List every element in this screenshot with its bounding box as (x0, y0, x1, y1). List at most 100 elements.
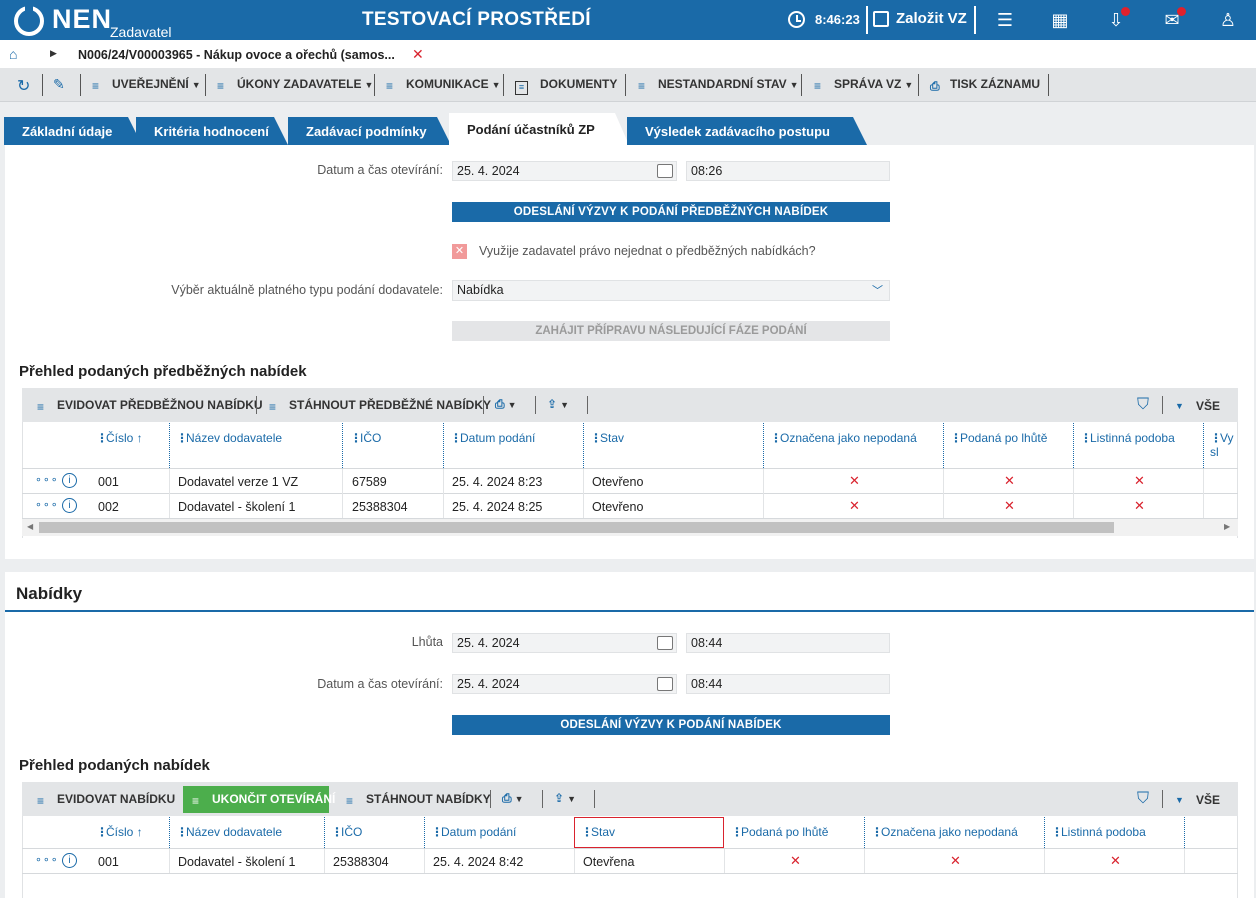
list-icon: ≡ (638, 79, 646, 93)
filter-all-label[interactable]: VŠE (1196, 399, 1220, 413)
scroll-left-icon[interactable]: ◀ (27, 522, 33, 531)
send-prelim-invitation-button[interactable]: ODESLÁNÍ VÝZVY K PODÁNÍ PŘEDBĚŽNÝCH NABÍ… (452, 202, 890, 222)
print-menu-icon[interactable]: ⎙ ▼ (502, 791, 524, 806)
chevron-right-icon: ▶ (50, 48, 57, 58)
pencil-icon[interactable]: ✎ (53, 76, 65, 93)
menu-label: UVEŘEJNĚNÍ (112, 77, 189, 91)
menu-tisk-zaznamu[interactable]: ⎙ TISK ZÁZNAMU (930, 77, 1040, 93)
row-actions-icon[interactable]: ∘∘∘ (35, 498, 59, 511)
list-icon: ≡ (814, 79, 822, 93)
col-cislo[interactable]: ⋮Číslo ↑ (96, 825, 143, 839)
scroll-right-icon[interactable]: ▶ (1224, 522, 1230, 531)
tab-zakladni-udaje[interactable]: Základní údaje (4, 117, 142, 145)
action-label: UKONČIT OTEVÍRÁNÍ (212, 792, 336, 806)
row-actions-icon[interactable]: ∘∘∘ (35, 853, 59, 866)
col-podana-po-lhute[interactable]: ⋮Podaná po lhůtě (731, 825, 828, 839)
end-opening-label[interactable]: ≡ UKONČIT OTEVÍRÁNÍ (192, 792, 336, 808)
offers-section-title: Přehled podaných nabídek (19, 757, 210, 774)
create-vz-button[interactable]: Založit VZ (896, 10, 967, 27)
record-offer-button[interactable]: ≡ EVIDOVAT NABÍDKU (37, 792, 175, 808)
col-stav[interactable]: ⋮Stav (590, 431, 624, 445)
row-actions-icon[interactable]: ∘∘∘ (35, 473, 59, 486)
menu-label: DOKUMENTY (540, 77, 618, 91)
calculator-icon[interactable]: ▦ (1048, 8, 1072, 32)
menu-sprava-vz[interactable]: ≡ SPRÁVA VZ ▼ (814, 77, 913, 93)
info-icon[interactable]: i (62, 853, 77, 868)
menu-dokumenty[interactable]: ≡ DOKUMENTY (515, 77, 617, 95)
filter-dropdown-icon[interactable]: ▼ (1175, 795, 1184, 805)
menu-uverejneni[interactable]: ≡ UVEŘEJNĚNÍ ▼ (92, 77, 201, 93)
col-nazev[interactable]: ⋮Název dodavatele (176, 431, 282, 445)
breadcrumb-item[interactable]: N006/24/V00003965 - Nákup ovoce a ořechů… (78, 48, 395, 62)
menu-komunikace[interactable]: ≡ KOMUNIKACE ▼ (386, 77, 501, 93)
export-menu-icon[interactable]: ⇪ ▼ (547, 397, 569, 411)
col-label: Podaná po lhůtě (741, 825, 829, 839)
menu-nestandardni-stav[interactable]: ≡ NESTANDARDNÍ STAV ▼ (638, 77, 799, 93)
cell-cislo: 001 (98, 475, 119, 489)
col-cislo[interactable]: ⋮Číslo ↑ (96, 431, 143, 445)
col-truncated[interactable]: ⋮Vy sl (1210, 431, 1236, 459)
deadline-date-input[interactable]: 25. 4. 2024 (452, 633, 677, 653)
download-offers-button[interactable]: ≡ STÁHNOUT NABÍDKY (346, 792, 491, 808)
cross-icon: ✕ (1134, 473, 1145, 488)
record-prelim-offer-button[interactable]: ≡ EVIDOVAT PŘEDBĚŽNOU NABÍDKU (37, 398, 263, 414)
col-label: Číslo (106, 825, 134, 839)
cell-cislo: 002 (98, 500, 119, 514)
col-nazev[interactable]: ⋮Název dodavatele (176, 825, 282, 839)
offers-open-date-input[interactable]: 25. 4. 2024 (452, 674, 677, 694)
submission-type-select[interactable]: Nabídka (452, 280, 890, 301)
submission-type-value: Nabídka (457, 283, 504, 297)
deadline-time-value: 08:44 (691, 636, 723, 650)
checkbox-unchecked[interactable]: ✕ (452, 244, 467, 259)
filter-all-label[interactable]: VŠE (1196, 793, 1220, 807)
menu-label: SPRÁVA VZ (834, 77, 902, 91)
home-icon[interactable]: ⌂ (9, 46, 17, 62)
calendar-icon[interactable] (657, 677, 673, 691)
col-stav[interactable]: ⋮Stav (581, 825, 615, 839)
user-icon[interactable]: ♙ (1216, 8, 1240, 32)
col-datum[interactable]: ⋮Datum podání (450, 431, 535, 445)
deadline-time-input[interactable]: 08:44 (686, 633, 890, 653)
col-oznacena-nepodana[interactable]: ⋮Označena jako nepodaná (770, 431, 917, 445)
col-datum[interactable]: ⋮Datum podání (431, 825, 516, 839)
col-label: IČO (360, 431, 382, 445)
send-offers-invitation-button[interactable]: ODESLÁNÍ VÝZVY K PODÁNÍ NABÍDEK (452, 715, 890, 735)
col-label: Název dodavatele (186, 825, 283, 839)
col-listinna-podoba[interactable]: ⋮Listinná podoba (1080, 431, 1175, 445)
download-prelim-offers-button[interactable]: ≡ STÁHNOUT PŘEDBĚŽNÉ NABÍDKY (269, 398, 491, 414)
cross-icon: ✕ (790, 853, 801, 868)
scrollbar-thumb[interactable] (39, 522, 1114, 533)
info-icon[interactable]: i (62, 498, 77, 513)
open-date-input[interactable]: 25. 4. 2024 (452, 161, 677, 181)
col-label: Název dodavatele (186, 431, 283, 445)
refresh-icon[interactable]: ↻ (17, 76, 30, 96)
filter-icon[interactable]: ⛉ (1137, 790, 1149, 808)
col-listinna-podoba[interactable]: ⋮Listinná podoba (1051, 825, 1146, 839)
tab-podani-ucastniku[interactable]: Podání účastníků ZP (449, 113, 629, 145)
chevron-down-icon[interactable]: ﹀ (872, 282, 883, 298)
filter-dropdown-icon[interactable]: ▼ (1175, 401, 1184, 411)
tab-zadavaci-podminky[interactable]: Zadávací podmínky (288, 117, 451, 145)
cell-stav: Otevřeno (592, 500, 644, 514)
col-oznacena-nepodana[interactable]: ⋮Označena jako nepodaná (871, 825, 1018, 839)
print-menu-icon[interactable]: ⎙ ▼ (495, 397, 517, 412)
export-menu-icon[interactable]: ⇪ ▼ (554, 791, 576, 805)
cell-nazev: Dodavatel - školení 1 (178, 500, 296, 514)
col-ico[interactable]: ⋮IČO (331, 825, 362, 839)
calendar-icon[interactable] (657, 636, 673, 650)
tab-kriteria-hodnoceni[interactable]: Kritéria hodnocení (136, 117, 288, 145)
tab-vysledek[interactable]: Výsledek zadávacího postupu (627, 117, 867, 145)
action-label: STÁHNOUT NABÍDKY (366, 792, 491, 806)
calendar-icon[interactable] (657, 164, 673, 178)
col-label: Listinná podoba (1061, 825, 1146, 839)
col-podana-po-lhute[interactable]: ⋮Podaná po lhůtě (950, 431, 1047, 445)
cell-datum: 25. 4. 2024 8:42 (433, 855, 524, 869)
menu-icon[interactable]: ☰ (993, 8, 1017, 32)
open-time-input[interactable]: 08:26 (686, 161, 890, 181)
filter-icon[interactable]: ⛉ (1137, 396, 1149, 414)
close-icon[interactable]: ✕ (412, 46, 424, 63)
info-icon[interactable]: i (62, 473, 77, 488)
offers-open-time-input[interactable]: 08:44 (686, 674, 890, 694)
col-ico[interactable]: ⋮IČO (350, 431, 381, 445)
menu-ukony-zadavatele[interactable]: ≡ ÚKONY ZADAVATELE ▼ (217, 77, 373, 93)
